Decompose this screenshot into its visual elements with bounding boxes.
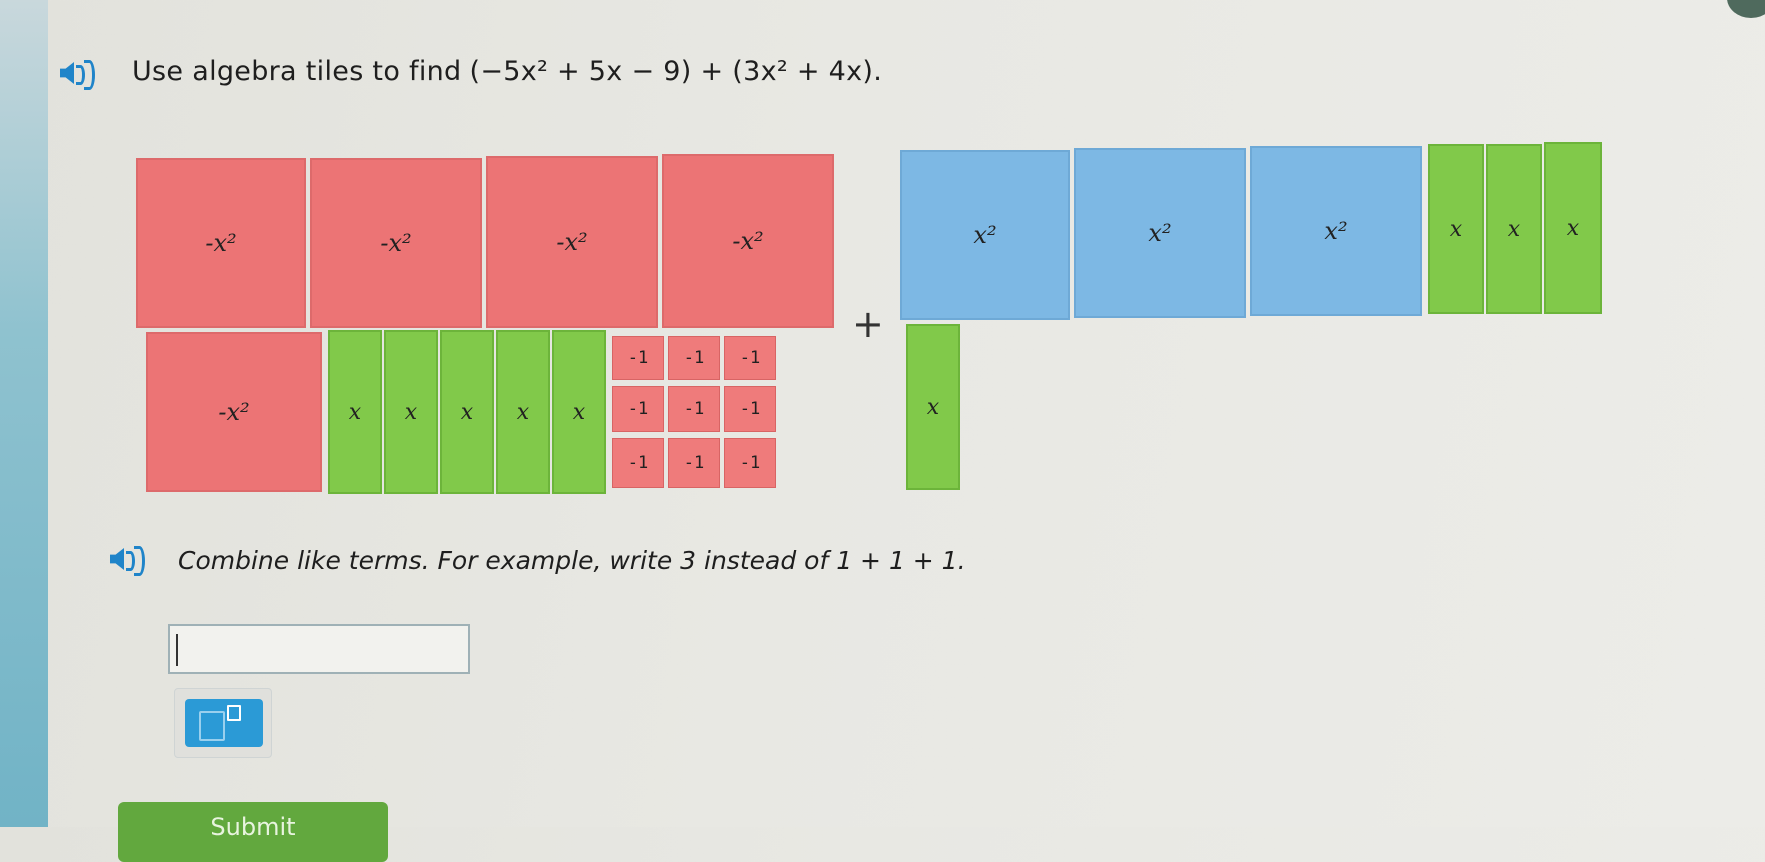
speaker-shape	[110, 548, 124, 570]
neg-one-tile: -1	[612, 438, 664, 488]
x-tile: x	[906, 324, 960, 490]
tile-label: -x²	[732, 227, 764, 255]
exponent-button[interactable]	[174, 688, 272, 758]
tile-label: -1	[683, 453, 705, 473]
question-expression: (−5x² + 5x − 9) + (3x² + 4x).	[469, 56, 883, 87]
answer-input[interactable]	[168, 624, 470, 674]
x-tile: x	[552, 330, 606, 494]
x-tile: x	[1428, 144, 1484, 314]
tile-label: x	[926, 394, 940, 420]
x-tile: x	[384, 330, 438, 494]
sound-wave	[134, 546, 145, 576]
tile-label: x²	[973, 221, 997, 249]
tile-label: x	[460, 399, 474, 425]
tile-label: -1	[739, 453, 761, 473]
tile-label: -1	[627, 348, 649, 368]
x-tile: x	[328, 330, 382, 494]
tile-label: -1	[683, 399, 705, 419]
pos-x2-tile: x²	[900, 150, 1070, 320]
submit-button[interactable]: Submit	[118, 802, 388, 862]
question-prompt: Use algebra tiles to find	[132, 56, 462, 87]
tile-label: -x²	[205, 229, 237, 257]
tile-label: -1	[739, 348, 761, 368]
tile-label: x	[1566, 215, 1580, 241]
exponent-icon	[185, 699, 263, 747]
corner-element	[1727, 0, 1765, 18]
tile-label: -1	[739, 399, 761, 419]
tile-label: -x²	[218, 398, 250, 426]
neg-one-tile: -1	[668, 336, 720, 380]
instruction-text: Combine like terms. For example, write 3…	[178, 546, 966, 575]
tile-label: -1	[627, 453, 649, 473]
neg-x2-tile: -x²	[310, 158, 482, 328]
neg-x2-tile: -x²	[146, 332, 322, 492]
plus-sign: +	[852, 302, 884, 346]
tile-label: -1	[683, 348, 705, 368]
tile-label: x	[572, 399, 586, 425]
x-tile: x	[440, 330, 494, 494]
exponent-power-box	[227, 705, 241, 721]
neg-one-tile: -1	[668, 386, 720, 432]
tile-label: x	[516, 399, 530, 425]
neg-x2-tile: -x²	[662, 154, 834, 328]
pos-x2-tile: x²	[1074, 148, 1246, 318]
neg-one-tile: -1	[724, 336, 776, 380]
tile-label: -1	[627, 399, 649, 419]
left-edge-strip	[0, 0, 48, 827]
pos-x2-tile: x²	[1250, 146, 1422, 316]
x-tile: x	[496, 330, 550, 494]
neg-x2-tile: -x²	[136, 158, 306, 328]
neg-one-tile: -1	[724, 438, 776, 488]
tile-label: -x²	[556, 228, 588, 256]
tile-label: x	[1507, 216, 1521, 242]
tile-label: x²	[1148, 219, 1172, 247]
tile-label: x	[1449, 216, 1463, 242]
neg-one-tile: -1	[612, 386, 664, 432]
tile-label: -x²	[380, 229, 412, 257]
text-caret	[176, 634, 178, 666]
tile-label: x	[404, 399, 418, 425]
speaker-shape	[60, 62, 74, 84]
tile-label: x²	[1324, 217, 1348, 245]
exponent-base-box	[199, 711, 225, 741]
speaker-icon-question[interactable]	[54, 58, 102, 90]
speaker-icon-instruction[interactable]	[104, 544, 152, 576]
question-text: Use algebra tiles to find (−5x² + 5x − 9)…	[132, 56, 882, 87]
tile-label: x	[348, 399, 362, 425]
neg-x2-tile: -x²	[486, 156, 658, 328]
neg-one-tile: -1	[612, 336, 664, 380]
neg-one-tile: -1	[668, 438, 720, 488]
neg-one-tile: -1	[724, 386, 776, 432]
sound-wave	[84, 60, 95, 90]
x-tile: x	[1544, 142, 1602, 314]
x-tile: x	[1486, 144, 1542, 314]
